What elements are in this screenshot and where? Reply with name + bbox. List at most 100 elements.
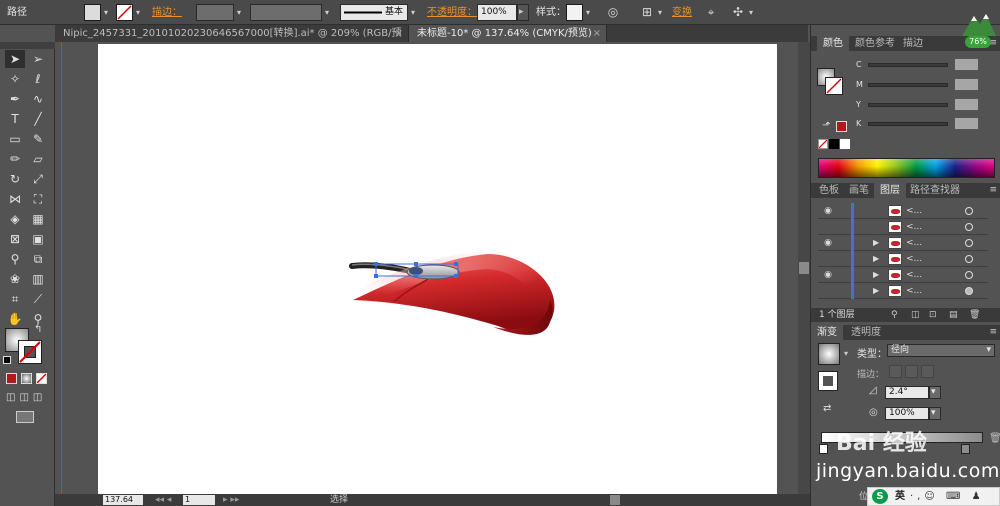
align-to-icon[interactable]: ⊞ (638, 4, 656, 21)
opacity-label[interactable]: 不透明度： (427, 4, 477, 21)
zoom-field[interactable]: 137.64 (103, 495, 143, 505)
expand-triangle-icon[interactable]: ▶ (873, 283, 879, 299)
tab-color[interactable]: 颜色 (817, 36, 849, 51)
color-channel-k[interactable]: K (856, 117, 996, 131)
gradient-preview-dropdown-icon[interactable]: ▾ (844, 349, 848, 358)
draw-mode-icons[interactable]: ◫◫◫ (6, 392, 46, 403)
make-clip-icon[interactable]: ◫ (911, 308, 920, 322)
stroke-weight-field[interactable] (196, 4, 234, 21)
stroke-color-icon[interactable] (18, 340, 42, 364)
gradient-type-select[interactable]: 径向 ▾ (887, 344, 995, 357)
layer-row[interactable]: ◉ ▶ <... (818, 267, 988, 283)
visibility-eye-icon[interactable]: ◉ (821, 203, 835, 219)
line-tool-icon[interactable]: ╱ (28, 110, 48, 128)
scale-tool-icon[interactable]: ⤢ (28, 170, 48, 188)
style-dropdown-icon[interactable]: ▾ (583, 4, 593, 21)
eraser-tool-icon[interactable]: ▱ (28, 150, 48, 168)
artboard-tool-icon[interactable]: ⌗ (5, 290, 25, 308)
column-graph-tool-icon[interactable]: ▥ (28, 270, 48, 288)
brush-dropdown-icon[interactable]: ▾ (408, 4, 418, 21)
expand-triangle-icon[interactable]: ▶ (873, 235, 879, 251)
color-mode-icon[interactable] (6, 373, 17, 384)
last-color-swatch[interactable] (836, 121, 847, 132)
tab-transparency[interactable]: 透明度 (845, 325, 887, 340)
tab-brushes[interactable]: 画笔 (843, 183, 875, 198)
mouse-illustration[interactable] (98, 44, 777, 494)
tab-stroke[interactable]: 描边 (897, 36, 929, 51)
reverse-gradient-icon[interactable]: ⇄ (823, 403, 831, 414)
artboard[interactable] (98, 44, 777, 494)
curvature-tool-icon[interactable]: ∿ (28, 90, 48, 108)
target-circle-icon[interactable] (965, 239, 973, 247)
lasso-tool-icon[interactable]: ℓ (28, 70, 48, 88)
isolate-icon[interactable]: ⌖ (702, 4, 720, 21)
color-channel-y[interactable]: Y (856, 98, 996, 112)
tab-pathfinder[interactable]: 路径查找器 (904, 183, 966, 198)
screen-mode-icon[interactable] (16, 411, 34, 423)
opacity-field[interactable]: 100% (477, 4, 517, 21)
brush-definition-field[interactable]: 基本 (340, 4, 408, 21)
rotate-tool-icon[interactable]: ↻ (5, 170, 25, 188)
gradient-stop-right[interactable] (961, 444, 970, 454)
opacity-arrow-icon[interactable]: ▸ (517, 4, 529, 21)
stroke-within-icon[interactable] (889, 365, 902, 378)
target-circle-icon[interactable] (965, 207, 973, 215)
variable-width-field[interactable] (250, 4, 322, 21)
layer-row[interactable]: ◉ ▶ <... (818, 235, 988, 251)
width-tool-icon[interactable]: ⋈ (5, 190, 25, 208)
scroll-thumb[interactable] (799, 262, 809, 274)
gradient-fill-preview[interactable] (818, 343, 840, 365)
expand-triangle-icon[interactable]: ▶ (873, 251, 879, 267)
ime-tool-icons[interactable]: ·,☺ ⌨ ♟ ⚑ ▦ (910, 488, 999, 506)
page-nav-next-icons[interactable]: ▸ ▸▸ (223, 494, 239, 506)
blend-tool-icon[interactable]: ⧉ (28, 250, 48, 268)
angle-field[interactable]: 2.4° (885, 386, 929, 399)
new-sublayer-icon[interactable]: ⊡ (929, 308, 937, 322)
stroke-along-icon[interactable] (905, 365, 918, 378)
layer-row[interactable]: ▶ <... (818, 251, 988, 267)
aspect-ratio-dropdown-icon[interactable]: ▾ (929, 407, 941, 420)
target-circle-icon[interactable] (965, 271, 973, 279)
visibility-eye-icon[interactable]: ◉ (821, 235, 835, 251)
perspective-grid-tool-icon[interactable]: ▦ (28, 210, 48, 228)
pencil-tool-icon[interactable]: ✏ (5, 150, 25, 168)
graphic-style-swatch[interactable] (566, 4, 583, 21)
white-swatch[interactable] (840, 139, 850, 149)
panel-menu-icon[interactable]: ✣ (729, 4, 747, 21)
stroke-across-icon[interactable] (921, 365, 934, 378)
stroke-label[interactable]: 描边： (152, 4, 182, 21)
close-icon[interactable]: × (593, 25, 601, 42)
tab-layers[interactable]: 图层 (874, 183, 906, 198)
symbol-sprayer-tool-icon[interactable]: ❀ (5, 270, 25, 288)
fill-dropdown-icon[interactable]: ▾ (101, 4, 111, 21)
mesh-tool-icon[interactable]: ⊠ (5, 230, 25, 248)
page-nav-icons[interactable]: ◂◂ ◂ (155, 494, 171, 506)
rectangle-tool-icon[interactable]: ▭ (5, 130, 25, 148)
color-channel-m[interactable]: M (856, 78, 996, 92)
slice-tool-icon[interactable]: ⟋ (28, 290, 48, 308)
out-of-gamut-icon[interactable]: ⬏ (822, 120, 830, 131)
default-colors-icon[interactable] (3, 356, 11, 364)
target-circle-icon[interactable] (965, 255, 973, 263)
fill-swatch[interactable] (84, 4, 101, 21)
none-color-swatch[interactable] (818, 139, 828, 149)
delete-stop-icon[interactable]: 🗑 (989, 433, 1000, 444)
variable-width-dropdown-icon[interactable]: ▾ (322, 4, 332, 21)
eyedropper-tool-icon[interactable]: ⚲ (5, 250, 25, 268)
target-circle-icon[interactable] (965, 287, 973, 295)
tab-gradient[interactable]: 渐变 (811, 325, 843, 340)
none-mode-icon[interactable] (36, 373, 47, 384)
delete-layer-icon[interactable]: 🗑 (969, 308, 980, 322)
vertical-scrollbar[interactable] (798, 42, 810, 494)
tab-nipic-document[interactable]: Nipic_2457331_20101020230646567000[转换].a… (55, 25, 409, 56)
layer-row[interactable]: <... (818, 219, 988, 235)
target-circle-icon[interactable] (965, 223, 973, 231)
aspect-ratio-field[interactable]: 100% (885, 407, 929, 420)
type-tool-icon[interactable]: T (5, 110, 25, 128)
stroke-weight-dropdown-icon[interactable]: ▾ (234, 4, 244, 21)
close-icon[interactable]: × (395, 25, 403, 42)
magic-wand-tool-icon[interactable]: ✧ (5, 70, 25, 88)
menu-dropdown-icon[interactable]: ▾ (746, 4, 756, 21)
artboard-number-field[interactable]: 1 (183, 495, 215, 505)
layer-row[interactable]: ◉ <... (818, 203, 988, 219)
